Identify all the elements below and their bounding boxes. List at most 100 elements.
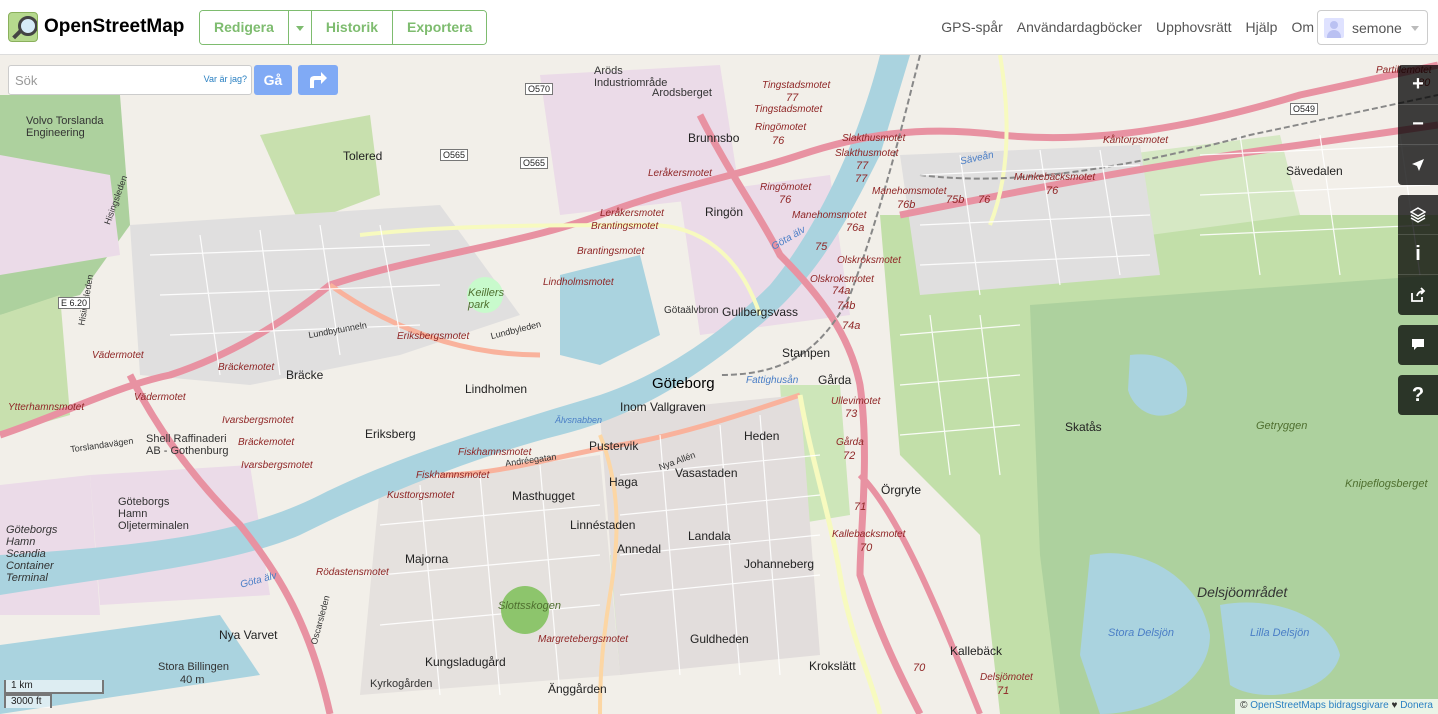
- share-button[interactable]: [1398, 275, 1438, 315]
- nav-user-diaries[interactable]: Användardagböcker: [1017, 19, 1142, 35]
- zoom-in-button[interactable]: +: [1398, 65, 1438, 105]
- map-canvas[interactable]: Göteborg Inom Vallgraven Lindholmen Erik…: [0, 55, 1438, 714]
- nav-copyright[interactable]: Upphovsrätt: [1156, 19, 1231, 35]
- search-input[interactable]: [9, 66, 189, 94]
- junction-label: Ytterhamnsmotet: [8, 402, 85, 413]
- exit-number: 70: [860, 542, 873, 554]
- exit-number: 74b: [837, 300, 856, 312]
- junction-label: Brantingsmotet: [577, 246, 645, 257]
- scale-metric: 1 km: [4, 680, 104, 694]
- junction-label: Tingstadsmotet: [754, 104, 823, 115]
- user-menu[interactable]: semone: [1317, 10, 1428, 45]
- exit-number: 75b: [946, 194, 965, 206]
- place-label: Änggården: [548, 682, 607, 696]
- elevation-label: 40 m: [180, 674, 205, 686]
- history-button[interactable]: Historik: [311, 11, 394, 44]
- junction-label: Bräckemotet: [238, 437, 295, 448]
- exit-number: 72: [843, 450, 856, 462]
- place-label: Inom Vallgraven: [620, 400, 706, 414]
- place-label: Eriksberg: [365, 427, 416, 441]
- exit-number: 73: [845, 408, 858, 420]
- place-label: Skatås: [1065, 420, 1102, 434]
- attribution-prefix: ©: [1240, 700, 1251, 711]
- place-label: Krokslätt: [809, 659, 856, 673]
- place-label: Ringön: [705, 205, 744, 219]
- road-ref-badge: O565: [520, 157, 549, 169]
- exit-number: 77: [786, 92, 799, 104]
- directions-icon: [310, 72, 327, 88]
- help-controls: ?: [1398, 375, 1438, 415]
- nav-help[interactable]: Hjälp: [1246, 19, 1278, 35]
- junction-label: Ringömotet: [760, 182, 812, 193]
- where-am-i-link[interactable]: Var är jag?: [204, 74, 247, 84]
- directions-button[interactable]: [298, 65, 338, 95]
- place-label: Bräcke: [286, 368, 324, 382]
- nav-about[interactable]: Om: [1291, 19, 1314, 35]
- place-label: Gårda: [818, 373, 852, 387]
- junction-label: Leråkersmotet: [600, 208, 664, 219]
- speech-bubble-icon: [1412, 339, 1424, 350]
- area-label: Göteborgs Hamn Oljeterminalen: [118, 496, 189, 532]
- place-label: Sävedalen: [1286, 164, 1343, 178]
- place-label: Linnéstaden: [570, 518, 636, 532]
- lake-label: Stora Delsjön: [1108, 627, 1175, 639]
- secondary-nav: GPS-spår Användardagböcker Upphovsrätt H…: [941, 19, 1314, 35]
- junction-label: Slakthusmotet: [842, 133, 906, 144]
- edit-button[interactable]: Redigera: [200, 11, 289, 44]
- place-label: Pustervik: [589, 439, 639, 453]
- junction-label: Munkebäcksmotet: [1014, 172, 1096, 183]
- top-header: OpenStreetMap Redigera Historik Exporter…: [0, 0, 1438, 55]
- road-ref-badge: O549: [1290, 103, 1319, 115]
- place-label: Kungsladugård: [425, 655, 506, 669]
- area-label: Getryggen: [1256, 420, 1308, 432]
- junction-label: Manehomsmotet: [872, 186, 947, 197]
- junction-label: Ivarsbergsmotet: [222, 415, 294, 426]
- exit-number: 75: [815, 241, 828, 253]
- user-avatar-icon: [1324, 17, 1344, 38]
- area-label: Shell Raffinaderi AB - Gothenburg: [146, 433, 229, 457]
- layers-button[interactable]: [1398, 195, 1438, 235]
- city-label-goteborg: Göteborg: [652, 375, 715, 392]
- area-label: Aröds Industriområde: [594, 65, 668, 89]
- canal-label: Fattighusån: [746, 375, 799, 386]
- water-label: Älvsnabben: [555, 415, 603, 425]
- nav-gps-traces[interactable]: GPS-spår: [941, 19, 1002, 35]
- junction-label: Manehomsmotet: [792, 210, 867, 221]
- exit-number: 71: [997, 685, 1010, 697]
- place-label: Lindholmen: [465, 382, 528, 396]
- username: semone: [1352, 19, 1402, 36]
- junction-label: Fiskhamnsmotet: [416, 470, 490, 481]
- junction-label: Slakthusmotet: [835, 148, 899, 159]
- exit-number: 74a: [832, 285, 851, 297]
- place-label: Kallebäck: [950, 644, 1003, 658]
- exit-number: 76: [772, 135, 785, 147]
- scale-bar: 1 km 3000 ft: [4, 680, 104, 708]
- zoom-out-button[interactable]: −: [1398, 105, 1438, 145]
- search-box: Var är jag?: [8, 65, 252, 95]
- area-label: Volvo Torslanda Engineering: [26, 115, 104, 139]
- junction-label: Olskroksmotet: [810, 274, 874, 285]
- osm-contributors-link[interactable]: OpenStreetMaps bidragsgivare: [1250, 700, 1388, 711]
- donate-link[interactable]: Donera: [1400, 700, 1433, 711]
- junction-label: Ullevimotet: [831, 396, 881, 407]
- road-ref-badge: O570: [525, 83, 554, 95]
- junction-label: Ringömotet: [755, 122, 807, 133]
- exit-number: 74a: [842, 320, 861, 332]
- export-button[interactable]: Exportera: [393, 11, 487, 44]
- locate-button[interactable]: [1398, 145, 1438, 185]
- add-note-button[interactable]: [1398, 325, 1438, 365]
- place-label: Vasastaden: [675, 466, 738, 480]
- edit-dropdown-toggle[interactable]: [288, 11, 312, 44]
- place-label: Nya Varvet: [219, 628, 278, 642]
- junction-label: Tingstadsmotet: [762, 80, 831, 91]
- attribution-heart: ♥: [1388, 700, 1401, 711]
- map-key-button[interactable]: i: [1398, 235, 1438, 275]
- area-label: Delsjöområdet: [1197, 584, 1288, 600]
- junction-label: Ivarsbergsmotet: [241, 460, 313, 471]
- junction-label: Eriksbergsmotet: [397, 331, 470, 342]
- site-logo[interactable]: OpenStreetMap: [8, 11, 184, 43]
- search-go-button[interactable]: Gå: [254, 65, 292, 95]
- edit-tab-group: Redigera Historik Exportera: [199, 10, 488, 45]
- exit-number: 71: [854, 501, 867, 513]
- query-features-button[interactable]: ?: [1398, 375, 1438, 415]
